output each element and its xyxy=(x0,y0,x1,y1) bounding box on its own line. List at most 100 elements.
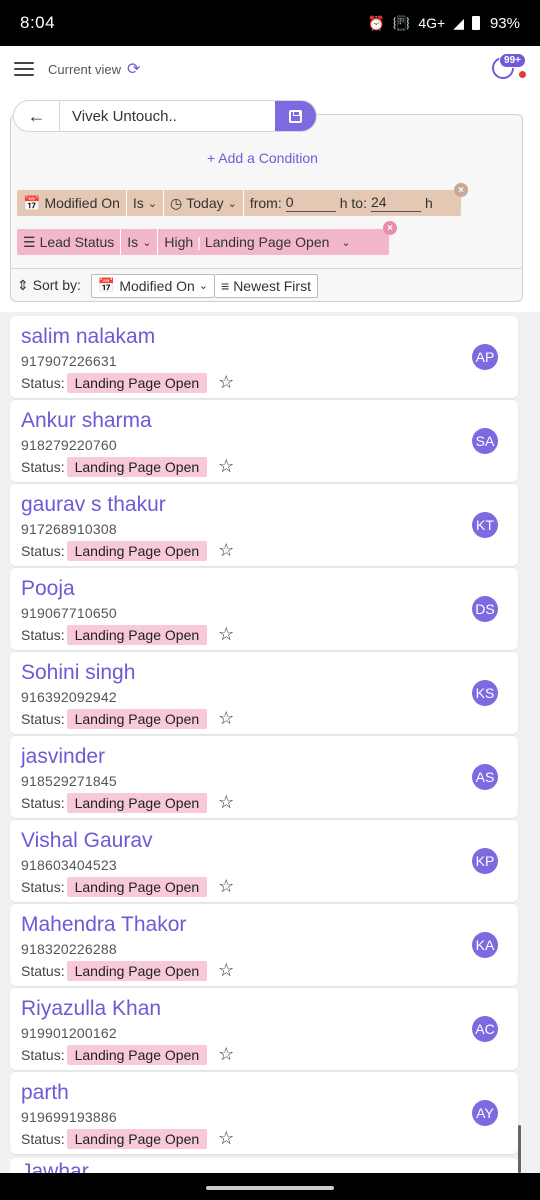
status-label: Status: xyxy=(21,794,65,811)
value-label: Today xyxy=(186,195,224,211)
lead-phone: 918279220760 xyxy=(21,437,117,453)
menu-icon[interactable] xyxy=(14,62,34,76)
star-icon[interactable]: ☆ xyxy=(218,960,234,981)
lead-status-row: Status: Landing Page Open ☆ xyxy=(21,708,234,729)
assignee-avatar[interactable]: AY xyxy=(472,1100,498,1126)
filter-value-select[interactable]: ◷ Today ⌄ xyxy=(163,190,243,216)
lead-card[interactable]: Mahendra Thakor 918320226288 Status: Lan… xyxy=(10,904,518,986)
lead-name[interactable]: Mahendra Thakor xyxy=(21,913,186,937)
assignee-avatar[interactable]: KP xyxy=(472,848,498,874)
star-icon[interactable]: ☆ xyxy=(218,1128,234,1149)
remove-filter-icon[interactable]: × xyxy=(454,183,468,197)
value-label-2: Landing Page Open xyxy=(204,234,330,250)
lead-status-row: Status: Landing Page Open ☆ xyxy=(21,792,234,813)
lead-card[interactable]: Sohini singh 916392092942 Status: Landin… xyxy=(10,652,518,734)
lead-name[interactable]: Ankur sharma xyxy=(21,409,152,433)
assignee-avatar[interactable]: KT xyxy=(472,512,498,538)
sort-order-select[interactable]: ≡ Newest First xyxy=(215,273,318,298)
filter-value-select[interactable]: High | Landing Page Open ⌄ xyxy=(157,229,356,255)
lead-card[interactable]: jasvinder 918529271845 Status: Landing P… xyxy=(10,736,518,818)
star-icon[interactable]: ☆ xyxy=(218,1044,234,1065)
star-icon[interactable]: ☆ xyxy=(218,372,234,393)
notification-count-badge: 99+ xyxy=(499,53,526,68)
system-nav-bar xyxy=(0,1173,540,1200)
lead-status-row: Status: Landing Page Open ☆ xyxy=(21,624,234,645)
lead-phone: 918529271845 xyxy=(21,773,117,789)
status-badge: Landing Page Open xyxy=(66,1128,208,1149)
assignee-avatar[interactable]: AP xyxy=(472,344,498,370)
star-icon[interactable]: ☆ xyxy=(218,708,234,729)
view-name-field[interactable]: Vivek Untouch.. xyxy=(60,101,275,131)
alarm-icon: ⏰ xyxy=(367,14,385,31)
status-badge: Landing Page Open xyxy=(66,792,208,813)
assignee-avatar[interactable]: SA xyxy=(472,428,498,454)
sort-order-icon: ≡ xyxy=(221,277,230,294)
assignee-avatar[interactable]: DS xyxy=(472,596,498,622)
lead-card[interactable]: gaurav s thakur 917268910308 Status: Lan… xyxy=(10,484,518,566)
to-hour-input[interactable]: 24 xyxy=(370,194,421,212)
lead-name[interactable]: Sohini singh xyxy=(21,661,135,685)
filter-row-modified-on: 📅 Modified On Is ⌄ ◷ Today ⌄ from: 0 h t… xyxy=(17,190,461,216)
lead-card[interactable]: Pooja 919067710650 Status: Landing Page … xyxy=(10,568,518,650)
lead-name[interactable]: Riyazulla Khan xyxy=(21,997,161,1021)
lead-name[interactable]: Pooja xyxy=(21,577,75,601)
status-badge: Landing Page Open xyxy=(66,1044,208,1065)
filter-field-select[interactable]: ☰ Lead Status xyxy=(17,229,120,255)
remove-filter-icon[interactable]: × xyxy=(383,221,397,235)
filter-operator-select[interactable]: Is ⌄ xyxy=(125,190,163,216)
add-condition-link[interactable]: + Add a Condition xyxy=(207,150,318,166)
save-view-button[interactable] xyxy=(275,101,316,131)
lead-name[interactable]: jasvinder xyxy=(21,745,105,769)
lead-card[interactable]: Vishal Gaurav 918603404523 Status: Landi… xyxy=(10,820,518,902)
lead-status-row: Status: Landing Page Open ☆ xyxy=(21,456,234,477)
sort-label-group: ⇕ Sort by: xyxy=(17,277,81,294)
status-label: Status: xyxy=(21,962,65,979)
lead-name[interactable]: salim nalakam xyxy=(21,325,155,349)
lead-phone: 918603404523 xyxy=(21,857,117,873)
lead-phone: 919901200162 xyxy=(21,1025,117,1041)
lead-status-row: Status: Landing Page Open ☆ xyxy=(21,540,234,561)
assignee-avatar[interactable]: AC xyxy=(472,1016,498,1042)
lead-name[interactable]: parth xyxy=(21,1081,69,1105)
app-header: Current view ⟳ 99+ xyxy=(0,46,540,92)
assignee-avatar[interactable]: AS xyxy=(472,764,498,790)
current-view-label: Current view xyxy=(48,61,121,77)
status-badge: Landing Page Open xyxy=(66,372,208,393)
battery-level: 93% xyxy=(489,14,520,32)
chevron-down-icon: ⌄ xyxy=(142,236,152,249)
lead-phone: 916392092942 xyxy=(21,689,117,705)
lead-status-row: Status: Landing Page Open ☆ xyxy=(21,1044,234,1065)
lead-card[interactable]: parth 919699193886 Status: Landing Page … xyxy=(10,1072,518,1154)
star-icon[interactable]: ☆ xyxy=(218,540,234,561)
star-icon[interactable]: ☆ xyxy=(218,792,234,813)
lead-phone: 918320226288 xyxy=(21,941,117,957)
sort-field-select[interactable]: 📅 Modified On ⌄ xyxy=(90,273,216,298)
clock: 8:04 xyxy=(20,13,56,32)
status-icons: ⏰ 📳 4G+ ◢ 93% xyxy=(367,15,520,32)
refresh-icon[interactable]: ⟳ xyxy=(127,59,140,79)
filter-row-lead-status: ☰ Lead Status Is ⌄ High | Landing Page O… xyxy=(17,229,389,255)
lead-name[interactable]: gaurav s thakur xyxy=(21,493,166,517)
filter-field-select[interactable]: 📅 Modified On xyxy=(17,190,126,216)
lead-card[interactable]: Ankur sharma 918279220760 Status: Landin… xyxy=(10,400,518,482)
status-label: Status: xyxy=(21,626,65,643)
chevron-down-icon: ⌄ xyxy=(227,197,237,210)
filter-operator-select[interactable]: Is ⌄ xyxy=(120,229,157,255)
lead-phone: 917907226631 xyxy=(21,353,117,369)
status-label: Status: xyxy=(21,878,65,895)
home-gesture-handle[interactable] xyxy=(206,1186,334,1190)
assignee-avatar[interactable]: KA xyxy=(472,932,498,958)
lead-name[interactable]: Vishal Gaurav xyxy=(21,829,153,853)
star-icon[interactable]: ☆ xyxy=(218,624,234,645)
from-hour-input[interactable]: 0 xyxy=(285,194,336,212)
lead-status-row: Status: Landing Page Open ☆ xyxy=(21,876,234,897)
star-icon[interactable]: ☆ xyxy=(218,456,234,477)
assignee-avatar[interactable]: KS xyxy=(472,680,498,706)
value-label: High xyxy=(164,234,194,250)
lead-card[interactable]: salim nalakam 917907226631 Status: Landi… xyxy=(10,316,518,398)
back-button[interactable]: ← xyxy=(14,101,60,131)
lead-card[interactable]: Riyazulla Khan 919901200162 Status: Land… xyxy=(10,988,518,1070)
scrollbar[interactable] xyxy=(518,1125,521,1173)
notifications-button[interactable]: 99+ xyxy=(486,49,526,89)
star-icon[interactable]: ☆ xyxy=(218,876,234,897)
